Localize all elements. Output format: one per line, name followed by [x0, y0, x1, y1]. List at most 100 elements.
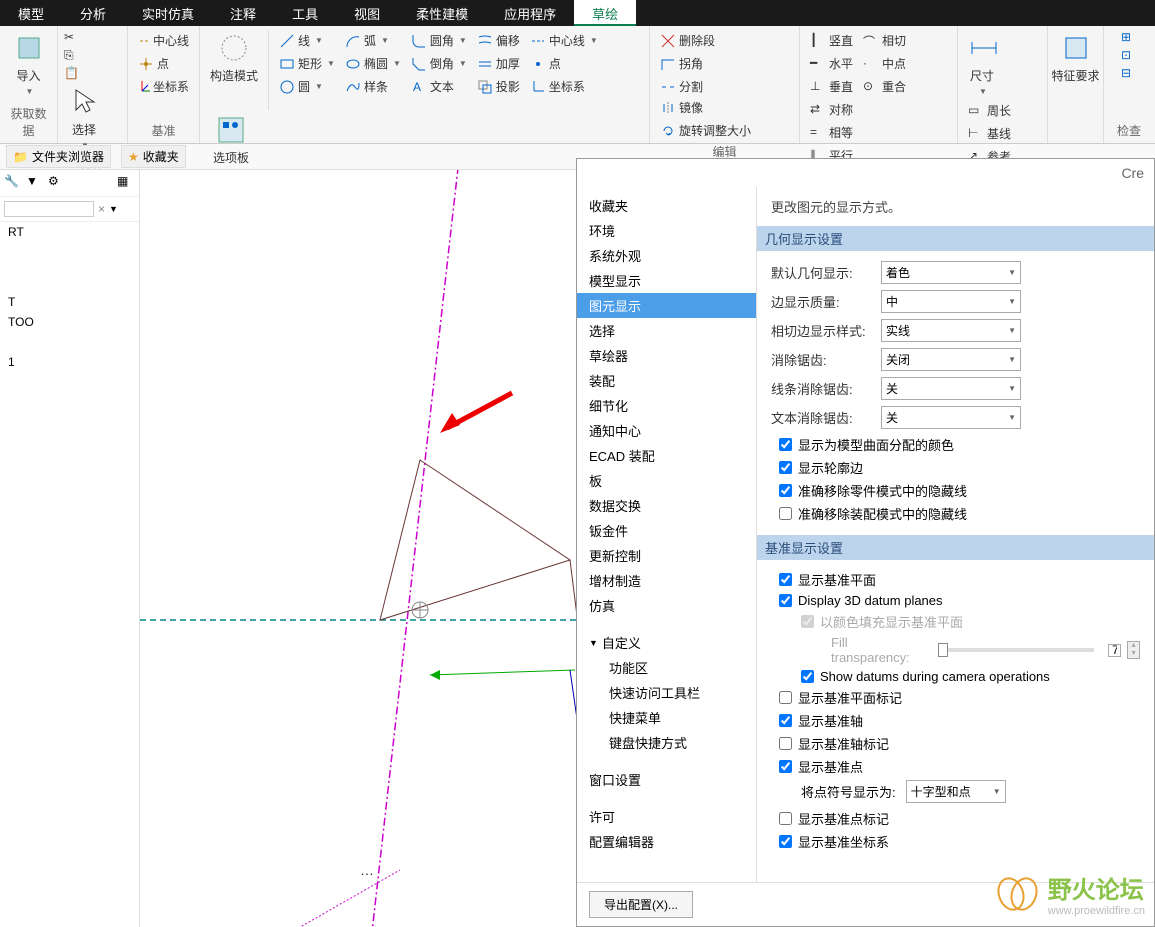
datum-axis-checkbox[interactable] [779, 714, 792, 727]
spinner-buttons[interactable]: ▲▼ [1127, 641, 1140, 659]
project-button[interactable]: 投影 [473, 76, 524, 97]
nav-item[interactable]: 草绘器 [577, 343, 756, 368]
copy-icon[interactable]: ⎘ [64, 48, 80, 64]
sketch-csys-button[interactable]: 坐标系 [526, 76, 602, 97]
construct-button[interactable]: 构造模式 [206, 30, 262, 110]
transparency-input[interactable] [1108, 644, 1121, 657]
line-aa-select[interactable]: 关▼ [881, 377, 1021, 400]
csys-button[interactable]: 坐标系 [134, 76, 193, 97]
vertical-button[interactable]: ┃竖直 [806, 30, 857, 51]
nav-item[interactable]: 数据交换 [577, 493, 756, 518]
tangent-edge-select[interactable]: 实线▼ [881, 319, 1021, 342]
tab-analysis[interactable]: 分析 [62, 0, 124, 26]
split-button[interactable]: 分割 [656, 76, 793, 97]
tree-settings-icon[interactable]: ⚙ [48, 174, 66, 192]
tree-filter-icon[interactable]: ▼ [26, 174, 44, 192]
tab-view[interactable]: 视图 [336, 0, 398, 26]
nav-sub-item[interactable]: 快速访问工具栏 [577, 680, 756, 705]
nav-item[interactable]: ECAD 装配 [577, 443, 756, 468]
text-aa-select[interactable]: 关▼ [881, 406, 1021, 429]
mirror-button[interactable]: 镜像 [656, 97, 793, 118]
favorites-tab[interactable]: ★ 收藏夹 [121, 145, 186, 168]
nav-item[interactable]: 配置编辑器 [577, 829, 756, 854]
equal-button[interactable]: =相等 [806, 122, 857, 143]
nav-item[interactable]: 系统外观 [577, 243, 756, 268]
line-button[interactable]: 线▼ [275, 30, 339, 51]
nav-item[interactable]: 钣金件 [577, 518, 756, 543]
show-datums-camera-checkbox[interactable] [801, 670, 814, 683]
nav-item[interactable]: 更新控制 [577, 543, 756, 568]
delseg-button[interactable]: 删除段 [656, 30, 793, 51]
nav-item[interactable]: 选择 [577, 318, 756, 343]
export-config-button[interactable]: 导出配置(X)... [589, 891, 693, 918]
nav-item[interactable]: 装配 [577, 368, 756, 393]
select-button[interactable]: 选择 ▼ [64, 84, 104, 152]
nav-item[interactable]: 窗口设置 [577, 767, 756, 792]
tree-tool-icon[interactable]: 🔧 [4, 174, 22, 192]
nav-item[interactable]: 收藏夹 [577, 193, 756, 218]
perimeter-button[interactable]: ▭周长 [964, 100, 1015, 121]
check-icon[interactable]: ⊞ [1121, 30, 1137, 46]
check-icon2[interactable]: ⊡ [1121, 48, 1137, 64]
tangent-button[interactable]: ⌒相切 [859, 30, 910, 51]
check-icon3[interactable]: ⊟ [1121, 66, 1137, 82]
datum-axis-tag-checkbox[interactable] [779, 737, 792, 750]
palette-button[interactable]: 选项板 [206, 112, 256, 168]
tab-annotate[interactable]: 注释 [212, 0, 274, 26]
nav-item[interactable]: 仿真 [577, 593, 756, 618]
rotate-button[interactable]: 旋转调整大小 [656, 120, 793, 141]
point-button[interactable]: 点 [134, 53, 193, 74]
tab-realtime[interactable]: 实时仿真 [124, 0, 212, 26]
datum-plane-tag-checkbox[interactable] [779, 691, 792, 704]
feature-req-button[interactable]: 特征要求 [1054, 30, 1097, 86]
chevron-down-icon[interactable]: ▼ [109, 204, 118, 214]
transparency-slider[interactable] [940, 648, 1094, 652]
close-icon[interactable]: × [98, 202, 105, 216]
datum-csys-checkbox[interactable] [779, 835, 792, 848]
nav-item[interactable]: 增材制造 [577, 568, 756, 593]
display-3d-datum-checkbox[interactable] [779, 594, 792, 607]
surface-color-checkbox[interactable] [779, 438, 792, 451]
tab-app[interactable]: 应用程序 [486, 0, 574, 26]
ellipse-button[interactable]: 椭圆▼ [341, 53, 405, 74]
show-datum-plane-checkbox[interactable] [779, 573, 792, 586]
tree-item[interactable]: RT [0, 222, 139, 242]
baseline-button[interactable]: ⊢基线 [964, 123, 1015, 144]
geom-display-select[interactable]: 着色▼ [881, 261, 1021, 284]
hidden-part-checkbox[interactable] [779, 484, 792, 497]
nav-sub-item[interactable]: 快捷菜单 [577, 705, 756, 730]
nav-item[interactable]: 细节化 [577, 393, 756, 418]
centerline-button[interactable]: 中心线 [134, 30, 193, 51]
thicken-button[interactable]: 加厚 [473, 53, 524, 74]
hidden-asm-checkbox[interactable] [779, 507, 792, 520]
import-button[interactable]: 导入 ▼ [6, 30, 51, 98]
corner-button[interactable]: 拐角 [656, 53, 793, 74]
coincident-button[interactable]: ⊙重合 [859, 76, 910, 97]
rect-button[interactable]: 矩形▼ [275, 53, 339, 74]
sketch-centerline-button[interactable]: 中心线▼ [526, 30, 602, 51]
edge-quality-select[interactable]: 中▼ [881, 290, 1021, 313]
nav-item[interactable]: 许可 [577, 804, 756, 829]
nav-item[interactable]: 板 [577, 468, 756, 493]
nav-sub-item[interactable]: 键盘快捷方式 [577, 730, 756, 755]
tab-model[interactable]: 模型 [0, 0, 62, 26]
fillet-button[interactable]: 圆角▼ [407, 30, 471, 51]
tree-search-input[interactable] [4, 201, 94, 217]
nav-item-entity-display[interactable]: 图元显示 [577, 293, 756, 318]
circle-button[interactable]: 圆▼ [275, 76, 339, 97]
horizontal-button[interactable]: ━水平 [806, 53, 857, 74]
datum-point-tag-checkbox[interactable] [779, 812, 792, 825]
nav-sub-item[interactable]: 功能区 [577, 655, 756, 680]
antialias-select[interactable]: 关闭▼ [881, 348, 1021, 371]
chamfer-button[interactable]: 倒角▼ [407, 53, 471, 74]
symmetric-button[interactable]: ⇄对称 [806, 99, 857, 120]
tree-item[interactable]: T [0, 292, 139, 312]
point-symbol-select[interactable]: 十字型和点▼ [906, 780, 1006, 803]
tab-tools[interactable]: 工具 [274, 0, 336, 26]
text-button[interactable]: A文本 [407, 76, 471, 97]
spline-button[interactable]: 样条 [341, 76, 405, 97]
tree-item[interactable]: 1 [0, 352, 139, 372]
datum-point-checkbox[interactable] [779, 760, 792, 773]
folder-browser-tab[interactable]: 📁 文件夹浏览器 [6, 145, 111, 168]
nav-item[interactable]: 环境 [577, 218, 756, 243]
